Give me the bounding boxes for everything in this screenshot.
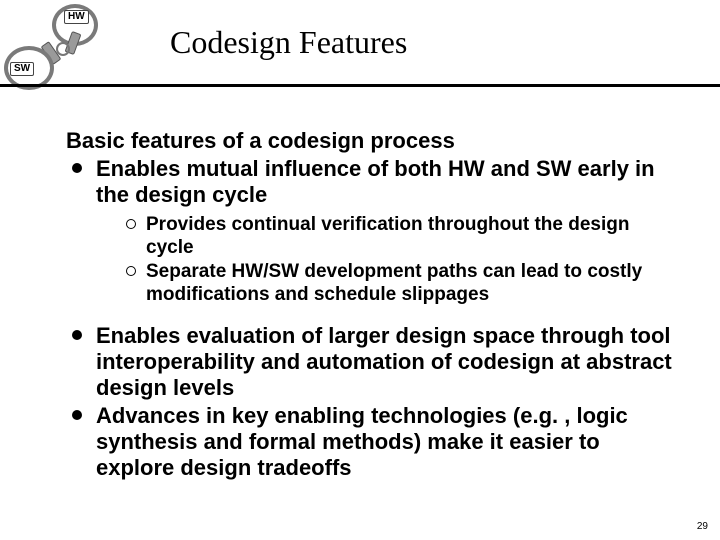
bullet-item: Enables mutual influence of both HW and … — [66, 156, 676, 307]
sub-bullet-text: Separate HW/SW development paths can lea… — [146, 261, 642, 305]
spacer — [66, 311, 676, 321]
bullet-list: Enables evaluation of larger design spac… — [66, 323, 676, 481]
lead-text: Basic features of a codesign process — [66, 128, 676, 154]
sub-bullet-item: Provides continual verification througho… — [124, 214, 676, 260]
bullet-list: Enables mutual influence of both HW and … — [66, 156, 676, 307]
slide-title: Codesign Features — [170, 24, 407, 61]
slide-body: Basic features of a codesign process Ena… — [66, 128, 676, 481]
cuff-hw-label: HW — [64, 10, 89, 24]
sub-bullet-item: Separate HW/SW development paths can lea… — [124, 261, 676, 307]
bullet-text: Advances in key enabling technologies (e… — [96, 403, 628, 480]
sub-bullet-list: Provides continual verification througho… — [124, 214, 676, 307]
page-number: 29 — [697, 521, 708, 532]
bullet-text: Enables evaluation of larger design spac… — [96, 323, 672, 400]
sub-bullet-text: Provides continual verification througho… — [146, 214, 629, 258]
cuff-sw-label: SW — [10, 62, 34, 76]
bullet-item: Advances in key enabling technologies (e… — [66, 403, 676, 481]
bullet-item: Enables evaluation of larger design spac… — [66, 323, 676, 401]
slide: HW SW Codesign Features Basic features o… — [0, 0, 720, 540]
bullet-text: Enables mutual influence of both HW and … — [96, 156, 655, 207]
handcuff-logo: HW SW — [0, 2, 120, 92]
title-underline — [0, 84, 720, 87]
